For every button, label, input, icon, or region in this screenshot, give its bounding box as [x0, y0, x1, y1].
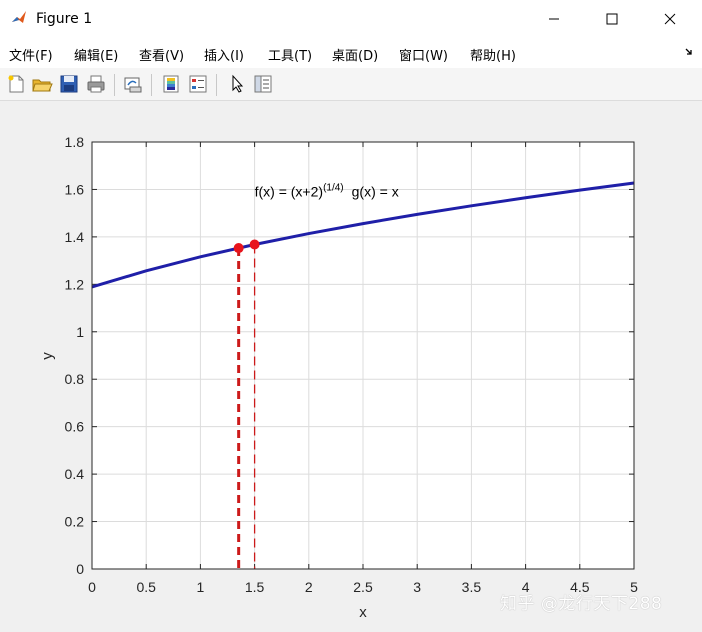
title-bar: Figure 1: [0, 0, 702, 38]
annotation-f-prefix: f(x) = (x+2): [255, 184, 323, 200]
plot-area[interactable]: 0 0.5 1 1.5 2 2.5 3 3.5 4 4.5 5 00.20.40.60.811.21…: [0, 101, 702, 628]
close-icon: [664, 13, 676, 25]
y-tick-labels: 0 0.2 0.4 0.6 0.8 1 1.2 1.4 1.6 1.8: [65, 134, 85, 577]
menu-file[interactable]: 文件(F): [9, 45, 53, 64]
y-tick-label: 0: [76, 561, 84, 577]
menu-desktop[interactable]: 桌面(D): [332, 45, 378, 64]
dock-arrow-icon[interactable]: [684, 47, 694, 57]
open-file-icon[interactable]: [31, 73, 53, 95]
y-axis-label: y: [39, 352, 56, 360]
edit-plot-arrow-icon[interactable]: [226, 73, 248, 95]
menu-window[interactable]: 窗口(W): [399, 45, 448, 64]
y-tick-label: 0.6: [65, 419, 85, 435]
marker-point: [249, 239, 260, 250]
y-tick-label: 1: [76, 324, 84, 340]
toolbar-separator: [114, 74, 115, 96]
y-tick-label: 1.4: [65, 229, 85, 245]
toolbar-separator: [151, 74, 152, 96]
toolbar-separator: [216, 74, 217, 96]
print-icon[interactable]: [85, 73, 107, 95]
watermark: 知乎 @龙行天下288: [500, 594, 663, 614]
x-tick-label: 1.5: [245, 579, 265, 595]
y-tick-label: 0.4: [65, 466, 85, 482]
property-inspector-icon[interactable]: [252, 73, 274, 95]
y-tick-label: 1.6: [65, 181, 85, 197]
link-plot-icon[interactable]: [122, 73, 144, 95]
x-tick-label: 2.5: [353, 579, 373, 595]
insert-legend-icon[interactable]: [187, 73, 209, 95]
x-tick-label: 3.5: [462, 579, 482, 595]
x-tick-label: 1: [197, 579, 205, 595]
x-tick-label: 0.5: [136, 579, 156, 595]
menu-edit[interactable]: 编辑(E): [74, 45, 118, 64]
save-icon[interactable]: [58, 73, 80, 95]
menu-view[interactable]: 查看(V): [139, 45, 184, 64]
minimize-button[interactable]: [526, 0, 582, 38]
annotation-g: g(x) = x: [352, 184, 399, 200]
matlab-logo-icon: [10, 9, 28, 27]
minimize-icon: [549, 18, 559, 20]
marker-point: [233, 243, 244, 254]
maximize-button[interactable]: [584, 0, 640, 38]
x-tick-label: 3: [413, 579, 421, 595]
menu-tools[interactable]: 工具(T): [268, 45, 312, 64]
x-tick-label: 2: [305, 579, 313, 595]
window-title: Figure 1: [36, 11, 93, 27]
insert-colorbar-icon[interactable]: [160, 73, 182, 95]
x-tick-label: 0: [88, 579, 96, 595]
figure-canvas: 0 0.5 1 1.5 2 2.5 3 3.5 4 4.5 5 0 0.2 0.4 0.6 0.8 1 1.2 1…: [0, 101, 702, 628]
y-tick-label: 0.8: [65, 371, 85, 387]
x-axis-label: x: [359, 604, 367, 621]
annotation-f-exponent: (1/4): [323, 183, 344, 194]
y-tick-label: 1.2: [65, 276, 85, 292]
toolbar: [0, 68, 702, 101]
menu-bar: 文件(F) 编辑(E) 查看(V) 插入(I) 工具(T) 桌面(D) 窗口(W…: [0, 38, 702, 68]
new-figure-icon[interactable]: [5, 73, 27, 95]
menu-help[interactable]: 帮助(H): [470, 45, 516, 64]
menu-insert[interactable]: 插入(I): [204, 45, 244, 64]
close-button[interactable]: [642, 0, 698, 38]
y-tick-label: 0.2: [65, 514, 85, 530]
maximize-icon: [606, 13, 618, 25]
y-tick-label: 1.8: [65, 134, 85, 150]
